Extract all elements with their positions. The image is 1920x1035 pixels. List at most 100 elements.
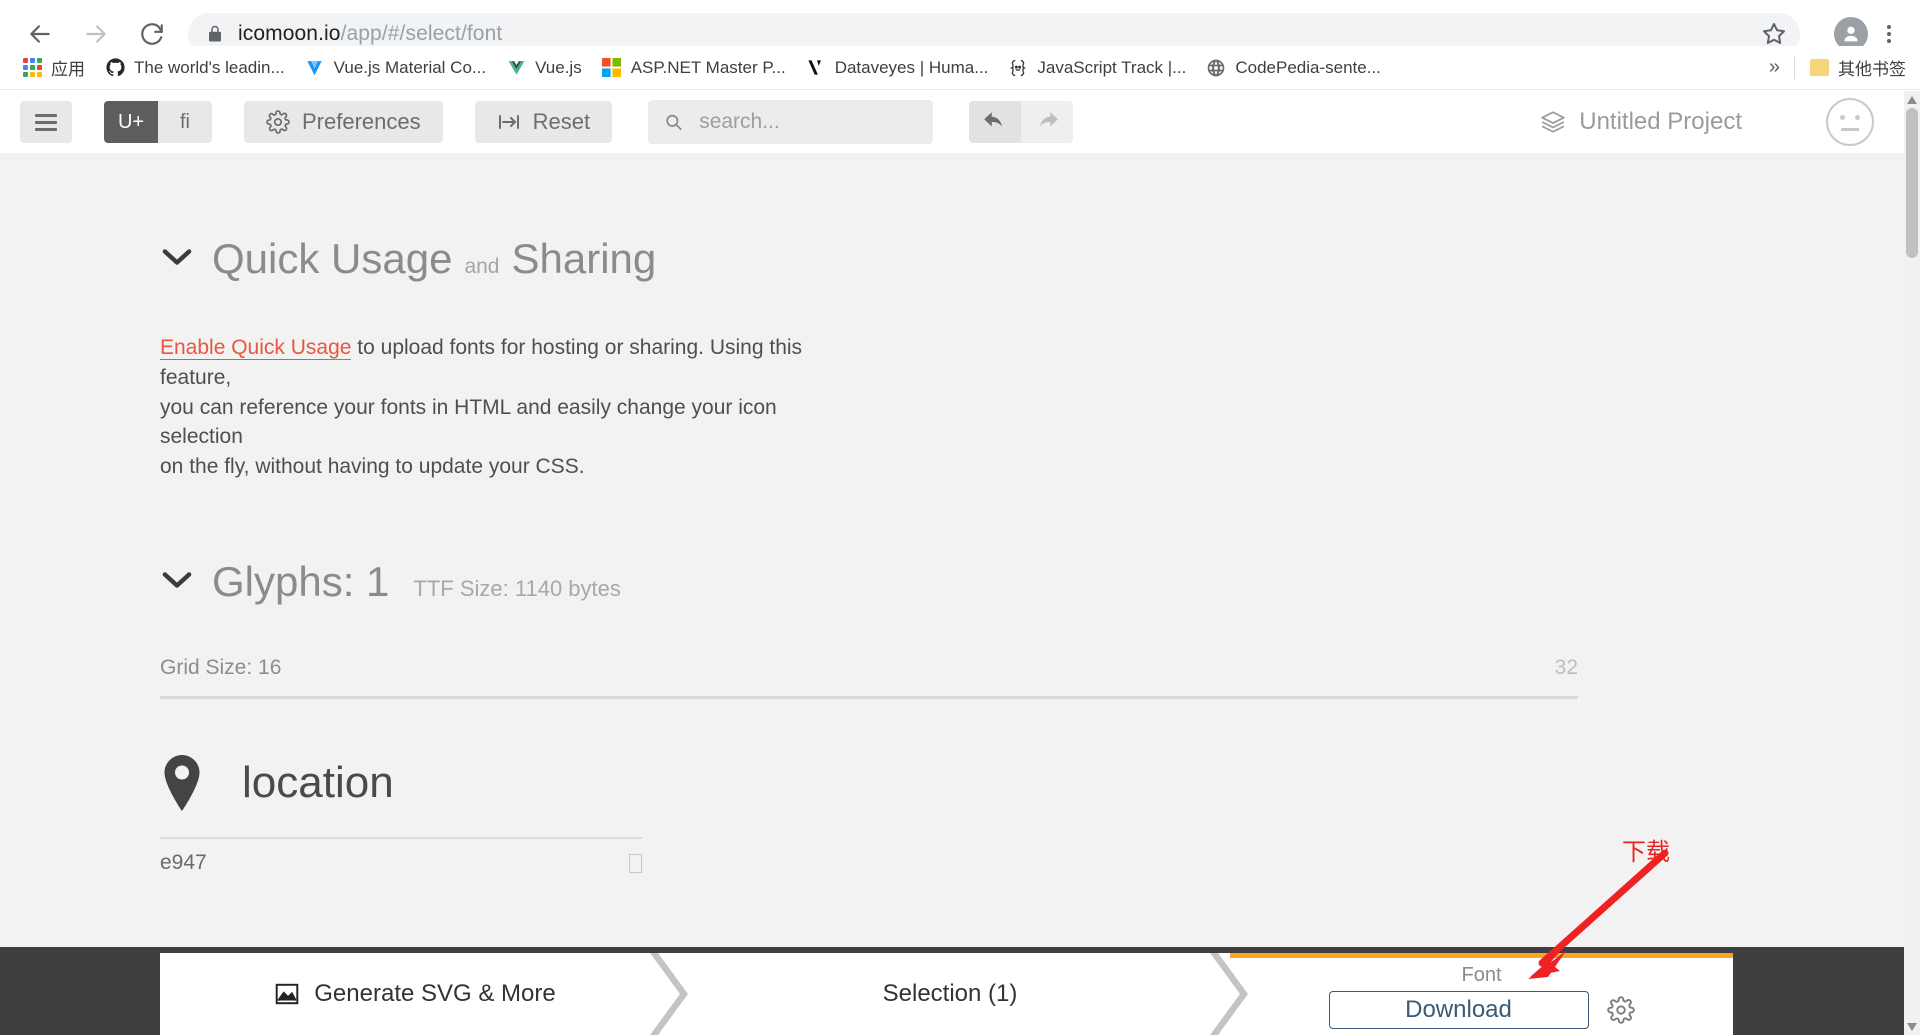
bookmark-label: ASP.NET Master P... — [630, 57, 786, 77]
back-arrow-icon — [30, 25, 50, 43]
tab-selection[interactable]: Selection (1) — [670, 953, 1248, 1035]
bookmark-star-icon[interactable] — [1762, 22, 1786, 46]
preferences-label: Preferences — [302, 109, 421, 134]
bookmark-label: JavaScript Track |... — [1037, 57, 1187, 77]
project-selector[interactable]: Untitled Project — [1539, 108, 1742, 136]
search-input[interactable] — [697, 109, 918, 135]
lock-icon — [209, 25, 221, 42]
scroll-down-button[interactable] — [1904, 1018, 1920, 1035]
account-button[interactable] — [1826, 98, 1874, 146]
glyphs-header[interactable]: Glyphs: 1 TTF Size: 1140 bytes — [0, 558, 1904, 606]
other-bookmarks-button[interactable]: 其他书签 — [1795, 55, 1920, 80]
page-scrollbar[interactable] — [1904, 91, 1920, 1035]
project-name: Untitled Project — [1579, 108, 1742, 135]
hamburger-menu-icon — [35, 113, 57, 117]
tab-label: Selection (1) — [882, 980, 1018, 1007]
browser-window: icomoon.io/app/#/select/font 应用 The worl… — [0, 0, 1920, 1035]
layers-icon — [1541, 111, 1565, 133]
scroll-up-arrow-icon — [1907, 95, 1917, 104]
bookmark-aspnet[interactable]: ASP.NET Master P... — [594, 53, 794, 83]
grid-size-label: Grid Size: 16 — [160, 656, 282, 680]
chevron-down-icon[interactable] — [160, 246, 194, 273]
neutral-face-icon — [1840, 115, 1845, 120]
enable-quick-usage-link[interactable]: Enable Quick Usage — [160, 336, 352, 360]
quick-usage-title-2: Sharing — [511, 235, 657, 282]
grid-size-row: Grid Size: 16 32 — [160, 656, 1578, 680]
gear-icon[interactable] — [1606, 996, 1635, 1024]
globe-icon — [1206, 58, 1226, 78]
bookmark-label: Vue.js — [535, 57, 582, 77]
chevron-down-icon[interactable] — [160, 569, 194, 596]
other-bookmarks-label: 其他书签 — [1838, 60, 1906, 79]
quick-usage-header[interactable]: Quick Usage and Sharing — [0, 235, 1904, 283]
download-row: Download — [1328, 991, 1635, 1029]
microsoft-icon — [602, 58, 622, 78]
tab-label: Font — [1461, 964, 1502, 986]
url-display: icomoon.io/app/#/select/font — [238, 22, 502, 46]
icomoon-app: U+ fi Preferences Reset search... Untitl… — [0, 91, 1920, 1035]
footer-tabs: Generate SVG & More Selection (1) Font D… — [160, 953, 1733, 1035]
tab-font[interactable]: Font Download — [1230, 953, 1733, 1035]
glyph-item[interactable]: location — [160, 755, 1904, 812]
forward-arrow-icon — [86, 25, 106, 43]
bookmarks-overflow-button[interactable]: » — [1755, 56, 1794, 79]
bookmark-codepedia[interactable]: CodePedia-sente... — [1198, 53, 1389, 83]
app-footer: Generate SVG & More Selection (1) Font D… — [0, 947, 1904, 1035]
quick-usage-body-2: you can reference your fonts in HTML and… — [160, 395, 777, 449]
vuetify-icon — [305, 58, 325, 78]
quick-usage-body-3: on the fly, without having to update you… — [160, 455, 585, 479]
undo-arrow-icon — [984, 112, 1003, 127]
grid-size-max-label: 32 — [1554, 656, 1578, 680]
quick-usage-description: Enable Quick Usage to upload fonts for h… — [0, 333, 860, 482]
search-box[interactable] — [648, 100, 934, 144]
download-button[interactable]: Download — [1328, 991, 1589, 1029]
redo-button[interactable] — [1021, 101, 1074, 143]
bookmarks-bar: 应用 The world's leadin... Vue.js Material… — [0, 46, 1920, 90]
glyphs-title: Glyphs: 1 — [212, 558, 390, 606]
bookmark-github[interactable]: The world's leadin... — [97, 53, 293, 83]
tab-label: Generate SVG & More — [314, 980, 556, 1007]
bookmark-javascript-track[interactable]: JavaScript Track |... — [1000, 53, 1194, 83]
ligature-toggle[interactable]: fi — [158, 101, 212, 143]
gear-icon — [266, 110, 290, 134]
bookmark-apps[interactable]: 应用 — [14, 53, 93, 83]
search-icon — [666, 114, 682, 131]
glyph-code: e947 — [160, 851, 207, 875]
preferences-button[interactable]: Preferences — [244, 101, 443, 143]
bookmark-vuejs[interactable]: Vue.js — [498, 53, 590, 83]
exercism-icon — [1008, 58, 1028, 78]
bookmark-label: Vue.js Material Co... — [333, 57, 487, 77]
reset-icon — [498, 115, 519, 129]
url-path: /app/#/select/font — [340, 22, 503, 45]
vue-icon — [506, 58, 526, 78]
dataveyes-icon — [806, 58, 826, 78]
scrollbar-thumb[interactable] — [1906, 108, 1918, 258]
redo-arrow-icon — [1039, 112, 1058, 127]
three-dot-menu-icon — [1887, 25, 1891, 29]
reset-button[interactable]: Reset — [474, 101, 613, 143]
undo-button[interactable] — [969, 101, 1022, 143]
scroll-down-arrow-icon — [1907, 1022, 1917, 1031]
quick-usage-title: Quick Usage — [212, 235, 453, 282]
bookmark-vuetify[interactable]: Vue.js Material Co... — [297, 53, 494, 83]
scroll-up-button[interactable] — [1904, 91, 1920, 108]
browser-menu-button[interactable] — [1874, 25, 1904, 43]
image-icon — [275, 983, 299, 1005]
grid-size-slider[interactable] — [160, 696, 1578, 700]
app-content: Quick Usage and Sharing Enable Quick Usa… — [0, 153, 1904, 1035]
apps-grid-icon — [22, 58, 42, 78]
unicode-toggle[interactable]: U+ — [104, 101, 158, 143]
location-pin-icon — [160, 755, 204, 812]
reload-icon — [141, 23, 163, 45]
annotation-label: 下载 — [1622, 839, 1670, 866]
app-toolbar: U+ fi Preferences Reset search... Untitl… — [0, 91, 1904, 153]
ttf-size-label: TTF Size: 1140 bytes — [413, 576, 621, 602]
bookmark-dataveyes[interactable]: Dataveyes | Huma... — [798, 53, 997, 83]
profile-avatar-icon — [1844, 26, 1858, 42]
quick-usage-conjunction: and — [464, 255, 500, 278]
glyph-name: location — [242, 758, 394, 808]
glyph-codepoint-row[interactable]: e947 — [160, 837, 642, 875]
url-host: icomoon.io — [238, 22, 341, 45]
app-menu-button[interactable] — [20, 101, 72, 143]
tab-generate-svg[interactable]: Generate SVG & More — [160, 953, 688, 1035]
